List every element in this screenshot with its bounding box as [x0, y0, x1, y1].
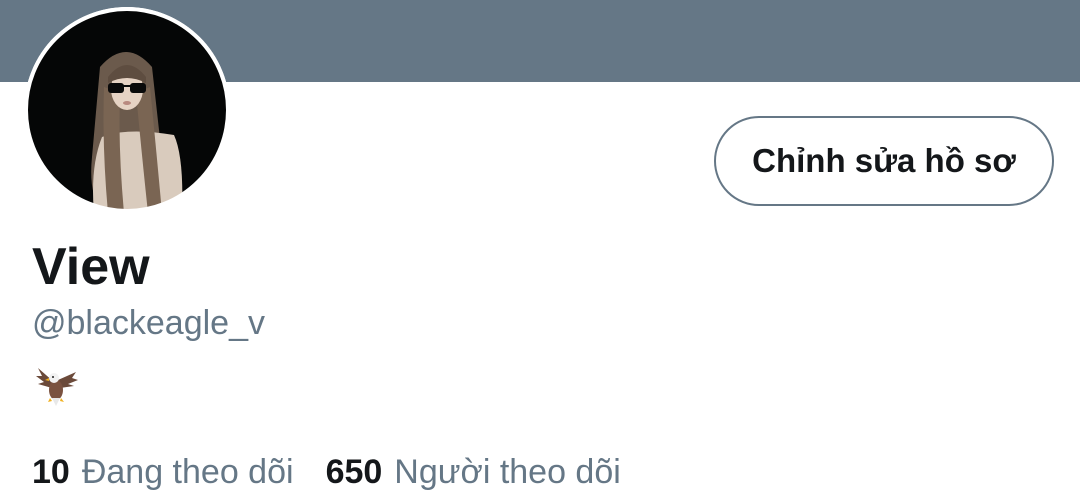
profile-stats: 10 Đang theo dõi 650 Người theo dõi [32, 451, 653, 493]
followers-stat[interactable]: 650 Người theo dõi [326, 451, 621, 493]
followers-label: Người theo dõi [394, 453, 621, 491]
display-name: View [32, 238, 150, 296]
edit-profile-button-label: Chỉnh sửa hồ sơ [752, 142, 1016, 179]
following-count: 10 [32, 453, 70, 491]
following-label: Đang theo dõi [81, 453, 294, 491]
eagle-icon [36, 368, 78, 406]
avatar[interactable] [24, 7, 230, 213]
bio [32, 362, 80, 410]
avatar-photo [24, 7, 230, 213]
user-handle: @blackeagle_v [32, 304, 265, 342]
followers-count: 650 [325, 453, 383, 491]
following-stat[interactable]: 10 Đang theo dõi [32, 451, 294, 493]
edit-profile-button[interactable]: Chỉnh sửa hồ sơ [714, 116, 1054, 206]
